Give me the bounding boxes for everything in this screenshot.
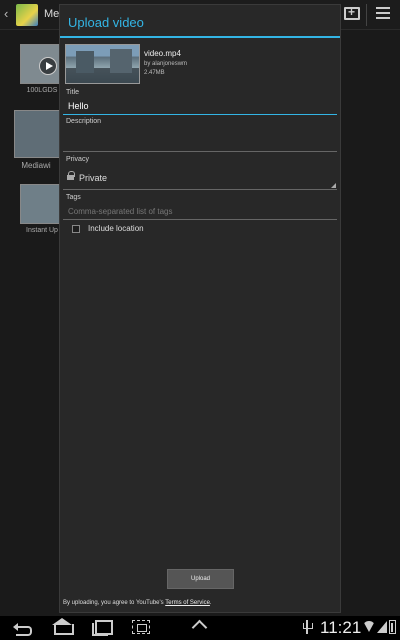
title-input[interactable]: Hello	[63, 99, 337, 115]
chevron-up-icon[interactable]	[192, 620, 208, 630]
description-label: Description	[66, 118, 102, 125]
include-location-checkbox[interactable]	[72, 225, 80, 233]
play-icon	[39, 57, 57, 75]
dialog-header: Upload video	[60, 5, 340, 38]
add-folder-icon[interactable]	[344, 5, 360, 20]
album-thumbnail	[14, 110, 60, 158]
terms-prefix: By uploading, you agree to YouTube's	[63, 600, 166, 606]
album-caption: Mediawi	[21, 161, 51, 170]
nav-recent-apps-icon[interactable]	[92, 620, 113, 636]
file-size: 2.47MB	[144, 70, 165, 76]
terms-of-service-link[interactable]: Terms of Service	[165, 600, 210, 606]
screen: ‹ Me 100LGDS Mediawi Instant Up Upload v…	[0, 0, 400, 640]
nav-home-icon[interactable]	[52, 618, 74, 635]
lock-icon	[67, 171, 75, 180]
file-owner: by alanjoneswm	[144, 61, 188, 67]
album-item[interactable]: Mediawi	[14, 110, 60, 170]
wifi-icon	[363, 621, 375, 633]
album-caption: Instant Up	[26, 227, 58, 234]
dialog-title: Upload video	[68, 15, 144, 30]
terms-notice: By uploading, you agree to YouTube's Ter…	[63, 600, 212, 606]
upload-video-dialog: Upload video video.mp4 by alanjoneswm 2.…	[59, 4, 341, 613]
usb-icon	[303, 620, 313, 634]
menu-icon[interactable]	[376, 7, 390, 22]
tags-input[interactable]: Comma-separated list of tags	[63, 205, 337, 220]
file-info: video.mp4 by alanjoneswm 2.47MB	[60, 42, 340, 88]
video-thumbnail	[65, 44, 140, 84]
gallery-app-icon[interactable]	[16, 4, 38, 26]
upload-button[interactable]: Upload	[167, 569, 234, 589]
system-bar: 11:21	[0, 616, 400, 640]
dropdown-corner-icon	[331, 183, 336, 188]
album-thumbnail	[20, 184, 64, 224]
battery-icon	[389, 620, 396, 634]
description-input[interactable]	[63, 128, 337, 152]
terms-suffix: .	[209, 600, 212, 606]
privacy-value: Private	[79, 173, 108, 183]
file-name: video.mp4	[144, 49, 181, 58]
title-label: Title	[66, 89, 79, 96]
album-thumbnail	[20, 44, 64, 84]
include-location-label: Include location	[88, 224, 144, 233]
album-caption: 100LGDS	[26, 87, 58, 94]
tags-label: Tags	[66, 194, 81, 201]
album-item[interactable]: 100LGDS	[20, 44, 64, 94]
gallery-title: Me	[44, 8, 60, 20]
nav-back-icon[interactable]	[13, 620, 36, 636]
screenshot-icon[interactable]	[132, 620, 150, 634]
back-chevron-icon[interactable]: ‹	[4, 6, 8, 21]
privacy-select[interactable]: Private	[63, 168, 337, 190]
status-clock: 11:21	[320, 618, 362, 637]
privacy-label: Privacy	[66, 156, 89, 163]
action-bar-divider	[366, 4, 367, 26]
album-item[interactable]: Instant Up	[20, 184, 64, 234]
signal-icon	[377, 620, 387, 633]
